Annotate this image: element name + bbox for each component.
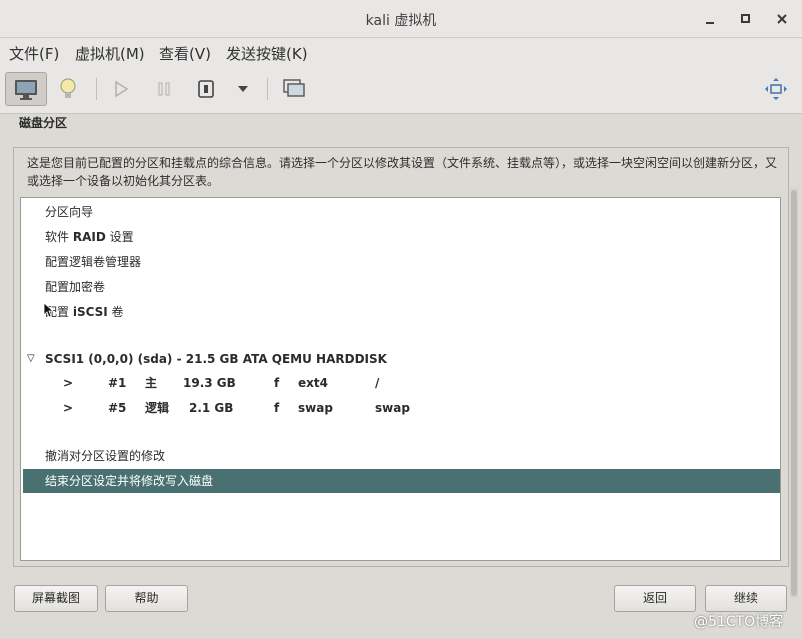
partition-fs: swap <box>298 401 333 415</box>
partition-fs: ext4 <box>298 376 328 390</box>
partition-size: 2.1 GB <box>189 401 234 415</box>
list-item-label: 配置逻辑卷管理器 <box>45 255 142 269</box>
monitor-icon <box>15 80 37 100</box>
lightbulb-icon <box>60 78 76 98</box>
partition-number: #1 <box>108 376 127 390</box>
scrollbar-thumb[interactable] <box>791 190 797 596</box>
console-view-button[interactable] <box>5 72 47 106</box>
disk-row[interactable]: ▽ SCSI1 (0,0,0) (sda) - 21.5 GB ATA QEMU… <box>23 347 780 371</box>
menu-file[interactable]: 文件(F) <box>9 43 59 64</box>
screenshot-button[interactable]: 屏幕截图 <box>14 585 98 612</box>
snapshot-button[interactable] <box>273 72 315 106</box>
fullscreen-icon <box>765 78 787 100</box>
partition-type: 主 <box>145 376 158 390</box>
fullscreen-button[interactable] <box>755 72 797 106</box>
help-button[interactable]: 帮助 <box>105 585 188 612</box>
scrollbar[interactable] <box>790 188 798 598</box>
menu-view[interactable]: 查看(V) <box>159 43 211 64</box>
partition-mount: / <box>375 376 380 390</box>
partition-size: 19.3 GB <box>183 376 236 390</box>
menu-vm[interactable]: 虚拟机(M) <box>75 43 145 64</box>
back-button[interactable]: 返回 <box>614 585 696 612</box>
pause-icon <box>158 82 170 96</box>
shutdown-button[interactable] <box>185 72 227 106</box>
play-icon <box>115 80 129 98</box>
partition-flag: f <box>274 401 280 415</box>
toolbar-separator <box>267 78 268 100</box>
list-item-undo-changes[interactable]: 撤消对分区设置的修改 <box>23 444 780 468</box>
toolbar <box>0 66 802 114</box>
menubar: 文件(F) 虚拟机(M) 查看(V) 发送按键(K) <box>0 38 802 66</box>
window-titlebar: kali 虚拟机 <box>0 0 802 38</box>
list-item-label: 撤消对分区设置的修改 <box>45 449 166 463</box>
partition-row[interactable]: > #5 逻辑 2.1 GB f swap swap <box>23 396 780 420</box>
run-button[interactable] <box>100 72 142 106</box>
list-item-label: 配置加密卷 <box>45 280 106 294</box>
list-item-label: 分区向导 <box>45 205 94 219</box>
collapse-arrow-icon[interactable]: ▽ <box>27 347 35 371</box>
chevron-down-icon <box>238 86 248 92</box>
list-item-finish-partitioning[interactable]: 结束分区设定并将修改写入磁盘 <box>23 469 780 493</box>
list-item-partition-wizard[interactable]: 分区向导 <box>23 200 780 224</box>
partition-list[interactable]: 分区向导 软件 RAID 设置 配置逻辑卷管理器 配置加密卷 配置 iSCSI … <box>20 197 781 561</box>
close-icon[interactable] <box>772 9 792 29</box>
list-item-encrypted-volumes[interactable]: 配置加密卷 <box>23 275 780 299</box>
page-title: 磁盘分区 <box>19 116 68 130</box>
partition-marker: > <box>63 376 74 390</box>
list-item-iscsi[interactable]: 配置 iSCSI 卷 <box>23 300 780 324</box>
list-item-label: 结束分区设定并将修改写入磁盘 <box>45 474 214 488</box>
snapshot-icon <box>283 79 305 97</box>
list-item-label: 软件 RAID 设置 <box>45 230 134 244</box>
maximize-icon[interactable] <box>735 9 755 29</box>
menu-send-key[interactable]: 发送按键(K) <box>226 43 308 64</box>
list-item-label: 配置 iSCSI 卷 <box>45 305 124 319</box>
help-text: 这是您目前已配置的分区和挂载点的综合信息。请选择一个分区以修改其设置（文件系统、… <box>27 156 778 188</box>
window-title: kali 虚拟机 <box>365 13 437 29</box>
shutdown-menu-button[interactable] <box>222 72 264 106</box>
continue-button[interactable]: 继续 <box>705 585 787 612</box>
list-item-software-raid[interactable]: 软件 RAID 设置 <box>23 225 780 249</box>
watermark: @51CTO博客 <box>694 614 784 630</box>
disk-label: SCSI1 (0,0,0) (sda) - 21.5 GB ATA QEMU H… <box>45 352 387 366</box>
minimize-icon[interactable] <box>700 9 720 29</box>
toolbar-separator <box>96 78 97 100</box>
power-icon <box>198 80 214 98</box>
mouse-cursor-icon <box>43 302 55 318</box>
list-item-lvm[interactable]: 配置逻辑卷管理器 <box>23 250 780 274</box>
partition-mount: swap <box>375 401 410 415</box>
partition-flag: f <box>274 376 280 390</box>
partition-marker: > <box>63 401 74 415</box>
partition-row[interactable]: > #1 主 19.3 GB f ext4 / <box>23 371 780 395</box>
partition-type: 逻辑 <box>145 401 170 415</box>
details-button[interactable] <box>47 72 89 106</box>
partition-number: #5 <box>108 401 127 415</box>
pause-button[interactable] <box>143 72 185 106</box>
